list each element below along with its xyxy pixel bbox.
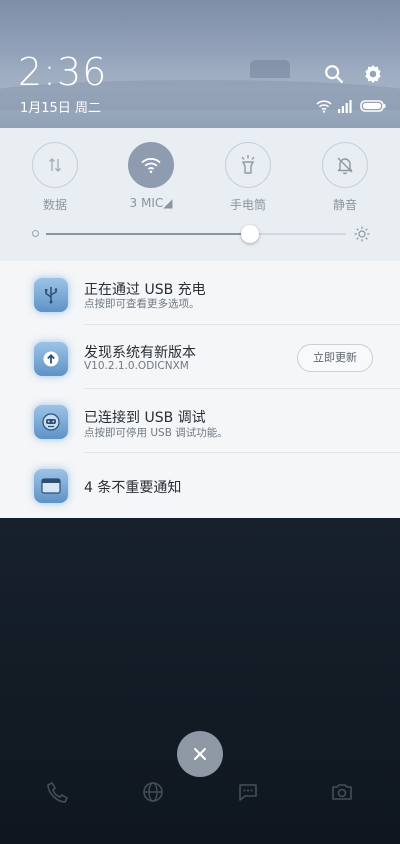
brightness-slider[interactable] bbox=[30, 224, 372, 244]
notification-usb-charging[interactable]: 正在通过 USB 充电 点按即可查看更多选项。 bbox=[0, 261, 400, 325]
toggle-silent[interactable]: 静音 bbox=[315, 142, 375, 213]
notification-subtitle: V10.2.1.0.ODICNXM bbox=[84, 360, 189, 372]
camera-icon bbox=[332, 784, 352, 800]
signal-strength-icon bbox=[338, 100, 352, 113]
toggle-silent-circle bbox=[322, 142, 368, 188]
bell-mute-icon bbox=[337, 157, 353, 175]
notification-subtitle: 点按即可停用 USB 调试功能。 bbox=[84, 427, 228, 439]
toggle-wifi-circle bbox=[128, 142, 174, 188]
clock-time: 2:36 bbox=[18, 50, 108, 94]
wifi-icon bbox=[141, 158, 161, 174]
brightness-fill bbox=[46, 233, 250, 235]
toggle-wifi[interactable]: 3 MIC◢ bbox=[121, 142, 181, 210]
usb-icon bbox=[34, 278, 68, 312]
gear-icon[interactable] bbox=[362, 63, 384, 85]
notification-subtitle: 点按即可查看更多选项。 bbox=[84, 298, 200, 310]
toggle-flashlight-circle bbox=[225, 142, 271, 188]
phone-icon bbox=[47, 781, 69, 803]
clock-date: 1月15日 周二 bbox=[20, 101, 101, 116]
flashlight-icon bbox=[241, 155, 255, 174]
toggle-wifi-label: 3 MIC◢ bbox=[129, 196, 173, 210]
notification-list: 正在通过 USB 充电 点按即可查看更多选项。 发现系统有新版本 V10.2.1… bbox=[0, 261, 400, 518]
notification-title: 4 条不重要通知 bbox=[84, 480, 182, 496]
battery-icon bbox=[360, 100, 386, 112]
toggle-mobile-data-circle bbox=[32, 142, 78, 188]
update-now-button[interactable]: 立即更新 bbox=[297, 344, 373, 372]
search-icon[interactable] bbox=[323, 63, 345, 85]
brightness-low-icon bbox=[32, 230, 39, 237]
notification-usb-debugging[interactable]: 已连接到 USB 调试 点按即可停用 USB 调试功能。 bbox=[0, 389, 400, 453]
clear-notifications-button[interactable] bbox=[177, 731, 223, 777]
quick-settings-panel: 数据 3 MIC◢ 手电筒 静音 bbox=[0, 128, 400, 261]
notification-unimportant-group[interactable]: 4 条不重要通知 bbox=[0, 453, 400, 517]
update-arrow-icon bbox=[34, 342, 68, 376]
browser-icon bbox=[143, 782, 163, 802]
toggle-mobile-data-label: 数据 bbox=[42, 198, 67, 212]
toggle-silent-label: 静音 bbox=[332, 198, 357, 212]
notification-title: 已连接到 USB 调试 bbox=[84, 410, 206, 426]
toggle-flashlight-label: 手电筒 bbox=[229, 198, 266, 212]
toggle-mobile-data[interactable]: 数据 bbox=[25, 142, 85, 213]
status-header: 2:36 1月15日 周二 bbox=[0, 0, 400, 128]
sun-icon bbox=[354, 226, 370, 242]
message-icon bbox=[239, 784, 257, 801]
data-arrows-icon bbox=[49, 158, 61, 172]
wifi-status-icon bbox=[316, 100, 332, 113]
notification-title: 发现系统有新版本 bbox=[84, 345, 196, 361]
brightness-track bbox=[46, 225, 346, 243]
android-debug-icon bbox=[34, 405, 68, 439]
close-icon bbox=[194, 748, 206, 760]
brightness-thumb[interactable] bbox=[241, 225, 259, 243]
toggle-flashlight[interactable]: 手电筒 bbox=[218, 142, 278, 213]
folded-notification-icon bbox=[34, 469, 68, 503]
